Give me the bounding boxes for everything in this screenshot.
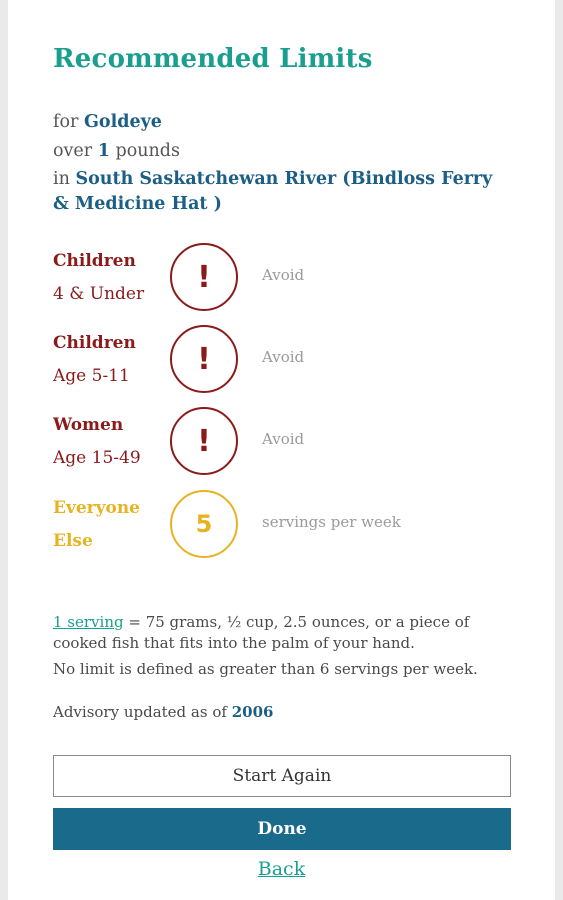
advice-text: Avoid xyxy=(262,348,305,366)
group-label: Women xyxy=(53,415,124,435)
serving-link[interactable]: 1 serving xyxy=(53,613,124,631)
back-link[interactable]: Back xyxy=(0,858,563,880)
updated-prefix: Advisory updated as of xyxy=(53,703,227,721)
advice-text: Avoid xyxy=(262,430,305,448)
group-sublabel: 4 & Under xyxy=(53,284,145,304)
advisory-updated: Advisory updated as of 2006 xyxy=(53,702,273,723)
over-prefix: over xyxy=(53,141,93,161)
location-line: in South Saskatchewan River (Bindloss Fe… xyxy=(53,167,513,217)
group-label: Children xyxy=(53,251,136,271)
size-value: 1 xyxy=(97,141,110,161)
serving-definition: 1 serving = 75 grams, ½ cup, 2.5 ounces,… xyxy=(53,612,513,654)
group-row-everyone-else: Everyone Else 5 servings per week xyxy=(53,490,523,562)
done-button[interactable]: Done xyxy=(53,808,511,850)
group-label: Everyone xyxy=(53,498,141,518)
in-prefix: in xyxy=(53,169,70,189)
advice-text: Avoid xyxy=(262,266,305,284)
group-sublabel: Age 15-49 xyxy=(53,448,141,468)
start-again-button[interactable]: Start Again xyxy=(53,755,511,797)
updated-year: 2006 xyxy=(231,703,274,721)
page-title: Recommended Limits xyxy=(53,44,373,74)
no-limit-note: No limit is defined as greater than 6 se… xyxy=(53,660,478,678)
size-unit: pounds xyxy=(115,141,180,161)
location-name: South Saskatchewan River (Bindloss Ferry… xyxy=(53,169,493,214)
advice-text: servings per week xyxy=(262,513,401,531)
group-label: Children xyxy=(53,333,136,353)
species-line: for Goldeye xyxy=(53,110,162,135)
size-line: over 1 pounds xyxy=(53,139,180,164)
group-row-children-5-11: Children Age 5-11 ! Avoid xyxy=(53,325,523,397)
avoid-alert-icon: ! xyxy=(170,243,238,311)
species-name: Goldeye xyxy=(83,112,162,132)
group-row-children-4-under: Children 4 & Under ! Avoid xyxy=(53,243,523,315)
group-sublabel: Age 5-11 xyxy=(53,366,130,386)
avoid-alert-icon: ! xyxy=(170,325,238,393)
group-sublabel: Else xyxy=(53,531,93,551)
avoid-alert-icon: ! xyxy=(170,407,238,475)
servings-count-badge: 5 xyxy=(170,490,238,558)
for-prefix: for xyxy=(53,112,79,132)
group-row-women-15-49: Women Age 15-49 ! Avoid xyxy=(53,407,523,479)
